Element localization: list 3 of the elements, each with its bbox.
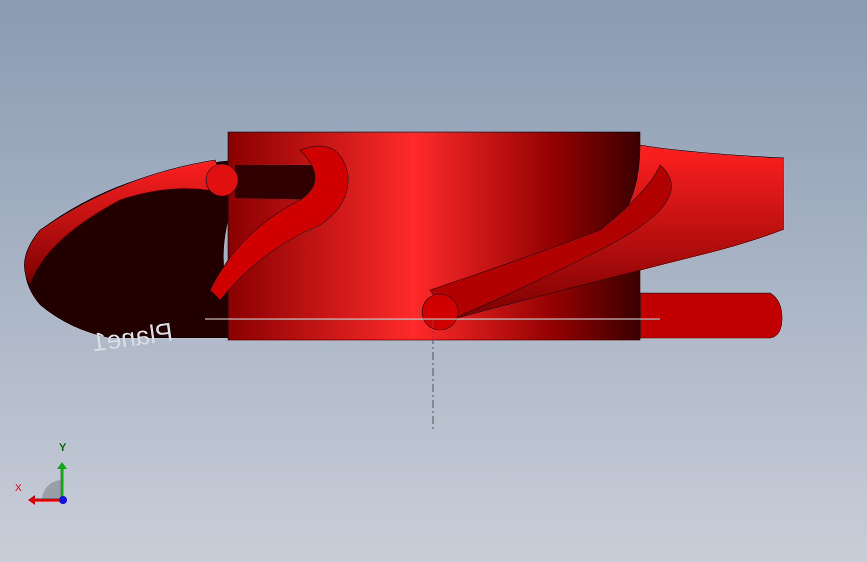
plane-label: Plane1 (90, 316, 176, 360)
y-axis-label: Y (59, 443, 66, 454)
x-axis-label: X (15, 484, 22, 494)
